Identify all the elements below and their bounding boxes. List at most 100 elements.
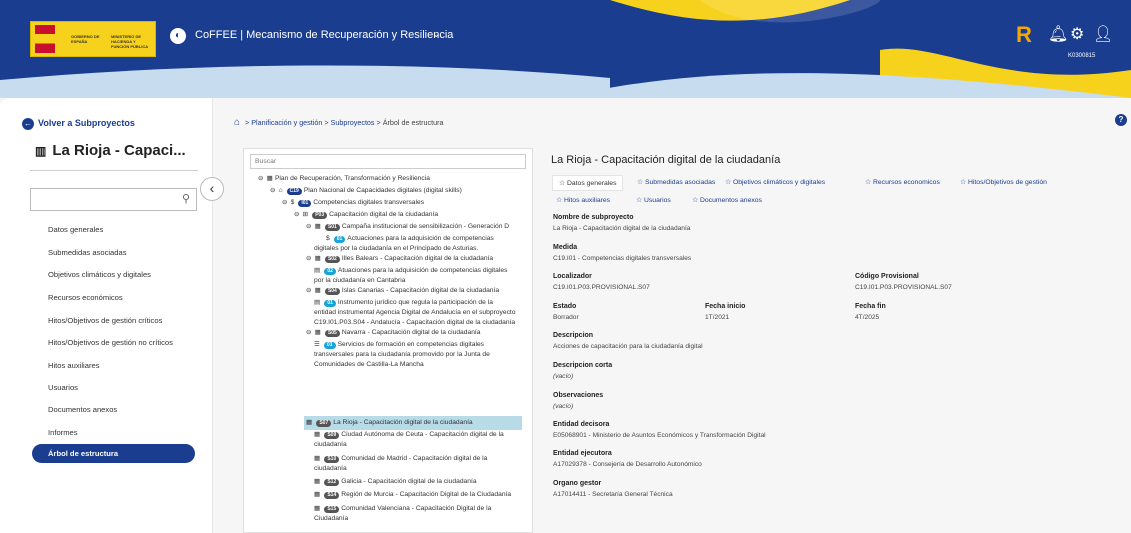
field-label-localizador: Localizador bbox=[553, 273, 592, 280]
breadcrumb-item[interactable]: Subproyectos bbox=[331, 118, 375, 127]
tree-node[interactable]: ▦ S07 La Rioja - Capacitación digital de l… bbox=[306, 419, 473, 428]
tree-node-badge: S04 bbox=[324, 288, 340, 295]
tab-label: Hitos/Objetivos de gestión bbox=[967, 179, 1047, 186]
field-value-fecha-fin: 4T/2025 bbox=[855, 314, 880, 321]
collapse-sidebar-button[interactable]: ‹ bbox=[200, 177, 224, 201]
tree-node[interactable]: ▦ S09 Ciudad Autónoma de Ceuta - Capacitac… bbox=[314, 431, 504, 440]
sidebar-search-input[interactable]: ⚲ bbox=[30, 188, 197, 211]
tree-node-label: por la ciudadanía en Cantabria bbox=[314, 277, 406, 284]
tree-node-type-icon: $ bbox=[290, 199, 295, 206]
tree-node-label: digitales por la ciudadanía en el Princi… bbox=[314, 245, 479, 252]
tree-node[interactable]: ⊖ ⌂ C19 Plan Nacional de Capacidades digita… bbox=[270, 187, 462, 196]
sidebar-item-objetivos[interactable]: Objetivos climáticos y digitales bbox=[48, 270, 151, 279]
app-menu-chevron-icon[interactable]: ⌄ bbox=[432, 29, 440, 40]
sidebar-item-recursos[interactable]: Recursos económicos bbox=[48, 293, 123, 302]
tree-node-type-icon: ▦ bbox=[314, 255, 321, 262]
user-icon[interactable]: 👤︎ bbox=[1093, 24, 1113, 44]
search-icon: ⚲ bbox=[181, 193, 190, 205]
sidebar-item-submedidas[interactable]: Submedidas asociadas bbox=[48, 248, 127, 257]
tree-node[interactable]: entidad instrumental Agencia Digital de … bbox=[314, 309, 516, 318]
sidebar-item-hitos-criticos[interactable]: Hitos/Objetivos de gestión críticos bbox=[48, 316, 162, 325]
tree-node[interactable]: por la ciudadanía en Cantabria bbox=[314, 277, 405, 286]
tree-node[interactable]: ⊖ $ I01 Competencias digitales transversale… bbox=[282, 199, 424, 208]
tree-node[interactable]: ciudadanía bbox=[314, 441, 347, 450]
tree-node[interactable]: ⊖ ⊞ P03 Capacitación digital de la ciudadan… bbox=[294, 211, 438, 220]
tree-node-badge: S02 bbox=[324, 256, 340, 263]
tree-node-label: entidad instrumental Agencia Digital de … bbox=[314, 309, 516, 316]
coffee-logo-icon: ◐ bbox=[170, 28, 186, 44]
tree-node-label: La Rioja - Capacitación digital de la ci… bbox=[333, 419, 473, 426]
tree-search-input[interactable]: Buscar bbox=[250, 154, 526, 169]
tree-node[interactable]: C19.I01.P03.S04 - Andalucía - Capacitaci… bbox=[314, 319, 515, 328]
tree-node[interactable]: Ciudadanía bbox=[314, 515, 348, 524]
tree-node[interactable]: digitales por la ciudadanía en el Princi… bbox=[314, 245, 478, 254]
tree-node[interactable]: ⊖ ▦ Plan de Recuperación, Transformación y… bbox=[258, 175, 430, 184]
tree-toggle-icon[interactable]: ⊖ bbox=[282, 199, 288, 206]
help-icon[interactable]: ? bbox=[1115, 114, 1127, 126]
sidebar-item-usuarios[interactable]: Usuarios bbox=[48, 383, 78, 392]
sidebar-item-documentos[interactable]: Documentos anexos bbox=[48, 405, 117, 414]
sidebar-item-hitos-no-criticos[interactable]: Hitos/Objetivos de gestión no críticos bbox=[48, 338, 173, 347]
sidebar-item-informes[interactable]: Informes bbox=[48, 428, 78, 437]
tree-node-label: Galicia - Capacitación digital de la ciu… bbox=[341, 478, 477, 485]
gear-icon[interactable]: ⚙ bbox=[1070, 24, 1084, 44]
tab-recursos[interactable]: ☆ Recursos economicos bbox=[865, 178, 940, 186]
tree-node[interactable]: ciudadanía bbox=[314, 465, 347, 474]
tree-node[interactable]: ▦ S14 Región de Murcia - Capacitación Digi… bbox=[314, 491, 511, 500]
tab-datos-generales[interactable]: ☆ Datos generales bbox=[552, 175, 624, 191]
field-label-entidad-decisora: Entidad decisora bbox=[553, 421, 610, 428]
structure-tree-panel: Buscar ⊖ ▦ Plan de Recuperación, Transform… bbox=[243, 148, 533, 533]
tree-node-badge: S09 bbox=[324, 432, 340, 439]
sidebar-divider bbox=[30, 170, 198, 171]
tree-toggle-icon[interactable]: ⊖ bbox=[306, 329, 312, 336]
sidebar-item-hitos-auxiliares[interactable]: Hitos auxiliares bbox=[48, 361, 100, 370]
bell-icon[interactable]: 🔔︎ bbox=[1048, 24, 1068, 44]
back-label: Volver a Subproyectos bbox=[38, 118, 135, 128]
home-icon[interactable]: ⌂ bbox=[234, 117, 240, 128]
tree-node-badge: S14 bbox=[324, 492, 340, 499]
tree-node[interactable]: ▦ S15 Comunidad Valenciana - Capacitación … bbox=[314, 505, 491, 514]
tree-node-type-icon: ⊞ bbox=[302, 211, 309, 218]
breadcrumb: ⌂ > Planificación y gestión > Subproyect… bbox=[234, 117, 443, 128]
field-value-codigo: C19.I01.P03.PROVISIONAL.S07 bbox=[855, 284, 952, 291]
tree-node-type-icon: ▤ bbox=[314, 267, 321, 274]
tree-toggle-icon[interactable]: ⊖ bbox=[306, 287, 312, 294]
field-label-descripcion: Descripcion bbox=[553, 332, 594, 339]
sidebar-item-datos-generales[interactable]: Datos generales bbox=[48, 225, 103, 234]
tree-toggle-icon[interactable]: ⊖ bbox=[294, 211, 300, 218]
tab-hitos-auxiliares[interactable]: ☆ Hitos auxiliares bbox=[556, 196, 610, 204]
tree-node[interactable]: ⊖ ▦ S01 Campaña institucional de sensibiliz… bbox=[306, 223, 509, 232]
tab-label: Hitos auxiliares bbox=[563, 197, 611, 204]
tree-toggle-icon[interactable]: ⊖ bbox=[270, 187, 276, 194]
tree-node[interactable]: transversales para la ciudadanía promovi… bbox=[314, 351, 490, 360]
tree-node[interactable]: Comunidades de Castilla-La Mancha bbox=[314, 361, 424, 370]
tree-toggle-icon[interactable]: ⊖ bbox=[306, 223, 312, 230]
tab-submedidas[interactable]: ☆ Submedidas asociadas bbox=[637, 178, 715, 186]
tree-node[interactable]: ▤ 01 Instrumento jurídico que regula la pa… bbox=[314, 299, 493, 308]
tab-hitos-gestion[interactable]: ☆ Hitos/Objetivos de gestión bbox=[960, 178, 1047, 186]
tree-node-type-icon: ▦ bbox=[314, 478, 321, 485]
sidebar-item-arbol[interactable]: Árbol de estructura bbox=[32, 444, 195, 463]
field-value-medida: C19.I01 - Competencias digitales transve… bbox=[553, 255, 692, 262]
tree-node[interactable]: ▦ S12 Galicia - Capacitación digital de la… bbox=[314, 478, 477, 487]
tree-node[interactable]: ⊖ ▦ S04 Islas Canarias - Capacitación digit… bbox=[306, 287, 499, 296]
tree-node[interactable]: $01 Actuaciones para la adquisición de co… bbox=[326, 235, 494, 244]
back-to-subprojects-link[interactable]: ← Volver a Subproyectos bbox=[22, 118, 135, 130]
tree-node[interactable]: ⊖ ▦ S05 Navarra - Capacitación digital de l… bbox=[306, 329, 481, 338]
tree-node[interactable]: ⊖ ▦ S02 Illes Balears - Capacitación digita… bbox=[306, 255, 493, 264]
tree-node-badge: 02 bbox=[324, 268, 336, 275]
tree-node-label: Capacitación digital de la ciudadanía bbox=[329, 211, 439, 218]
field-label-organo-gestor: Organo gestor bbox=[553, 480, 602, 487]
tree-node[interactable]: ▦ S10 Comunidad de Madrid - Capacitación d… bbox=[314, 455, 487, 464]
tree-toggle-icon[interactable]: ⊖ bbox=[306, 255, 312, 262]
tab-documentos[interactable]: ☆ Documentos anexos bbox=[692, 196, 762, 204]
field-value-nombre: La Rioja - Capacitación digital de la ci… bbox=[553, 225, 691, 232]
tree-toggle-icon[interactable]: ⊖ bbox=[258, 175, 264, 182]
field-label-observaciones: Observaciones bbox=[553, 392, 604, 399]
tree-node[interactable]: ▤ 02 Atuaciones para la adquisición de com… bbox=[314, 267, 507, 276]
tab-usuarios[interactable]: ☆ Usuarios bbox=[636, 196, 671, 204]
tab-objetivos[interactable]: ☆ Objetivos climáticos y digitales bbox=[725, 178, 825, 186]
tree-node[interactable]: ☰ 01 Servicios de formación en competencia… bbox=[314, 341, 484, 350]
breadcrumb-item[interactable]: Planificación y gestión bbox=[251, 118, 322, 127]
field-label-estado: Estado bbox=[553, 303, 577, 310]
